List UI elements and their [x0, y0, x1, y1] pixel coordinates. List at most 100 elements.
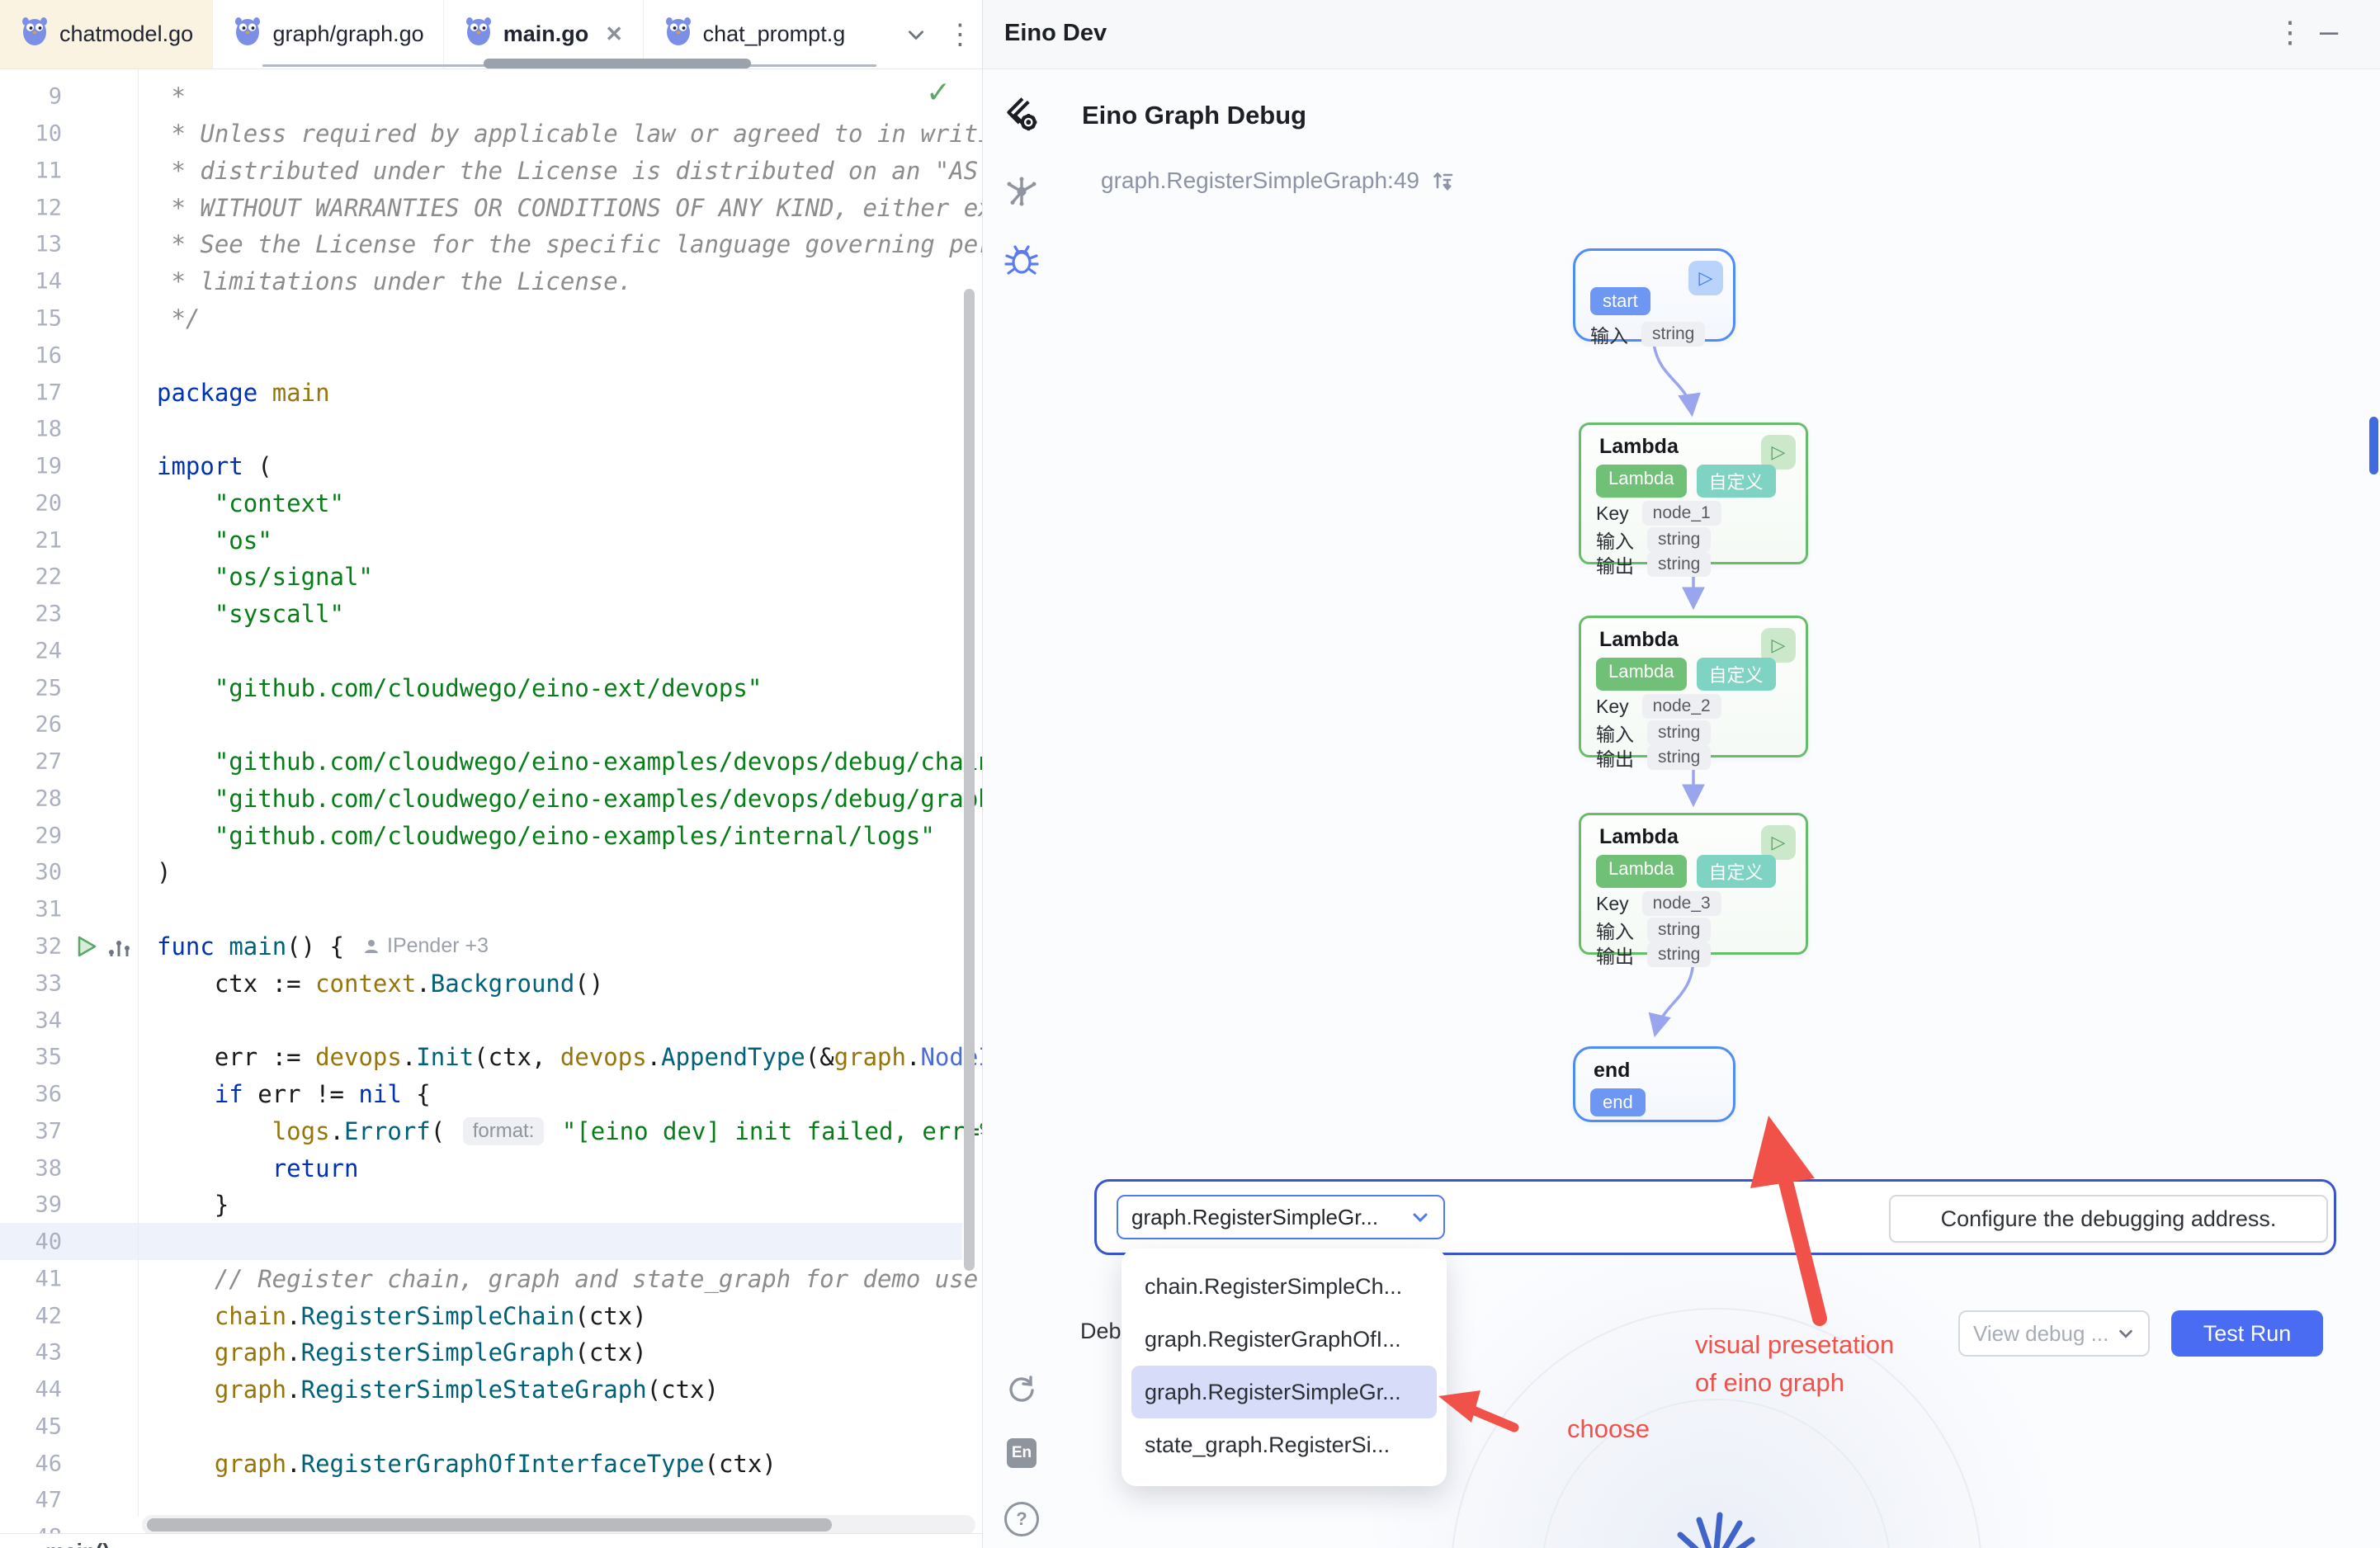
code-line-42: chain.RegisterSimpleChain(ctx) — [157, 1297, 957, 1334]
dropdown-option[interactable]: graph.RegisterGraphOfI... — [1131, 1313, 1437, 1366]
graph-node-start[interactable]: ▷start输入string — [1573, 248, 1735, 342]
annotation-text: visual presetation — [1695, 1330, 1894, 1360]
gutter-line-15: 15 — [0, 300, 138, 337]
horizontal-scrollbar[interactable] — [147, 1518, 832, 1531]
code-line-14: * limitations under the License. — [157, 263, 957, 300]
test-run-label: Test Run — [2203, 1321, 2292, 1347]
node-title: Lambda — [1599, 628, 1679, 652]
code-line-30: ) — [157, 854, 957, 891]
gutter-line-16: 16 — [0, 337, 138, 374]
gutter-line-29: 29 — [0, 817, 138, 854]
tab-label: chatmodel.go — [59, 21, 193, 47]
code-line-26 — [157, 706, 957, 743]
gutter-line-12: 12 — [0, 189, 138, 226]
gutter-line-31: 31 — [0, 891, 138, 928]
code-line-37: logs.Errorf( format: "[eino dev] init fa… — [157, 1112, 957, 1149]
code-line-24 — [157, 632, 957, 669]
graph-node-node_3[interactable]: Lambda▷Lambda自定义Keynode_3输入string输出strin… — [1579, 813, 1808, 955]
node-title: Lambda — [1599, 435, 1679, 459]
node-title: end — [1594, 1059, 1630, 1083]
graph-node-node_1[interactable]: Lambda▷Lambda自定义Keynode_1输入string输出strin… — [1579, 422, 1808, 564]
annotation-choose-text: choose — [1567, 1414, 1650, 1444]
breadcrumb-bar[interactable]: main() — [0, 1533, 982, 1548]
gutter-line-36: 36 — [0, 1076, 138, 1113]
node-badge: end — [1590, 1088, 1646, 1116]
node-field-row: Keynode_2 — [1596, 694, 1721, 719]
tab-label: graph/graph.go — [272, 21, 423, 47]
code-line-28: "github.com/cloudwego/eino-examples/devo… — [157, 781, 957, 818]
node-run-icon[interactable]: ▷ — [1688, 261, 1723, 295]
node-field-row: 输入string — [1596, 719, 1711, 747]
gutter-line-42: 42 — [0, 1297, 138, 1334]
node-badge: Lambda — [1596, 465, 1687, 498]
gutter-line-32: 32 — [0, 928, 138, 965]
code-line-25: "github.com/cloudwego/eino-ext/devops" — [157, 669, 957, 706]
code-editor[interactable]: 9101112131415161718192021222324252627282… — [0, 68, 982, 1548]
node-field-row: 输入string — [1590, 320, 1705, 348]
node-field-row: 输入string — [1596, 916, 1711, 944]
debug-toolbar: graph.RegisterSimpleGr... Configure the … — [1094, 1179, 2336, 1255]
node-badge: 自定义 — [1697, 855, 1776, 888]
gutter-line-19: 19 — [0, 448, 138, 485]
panel-minimize-icon[interactable]: – — [2320, 13, 2338, 50]
node-field-row: 输出string — [1596, 743, 1711, 772]
dropdown-option[interactable]: graph.RegisterSimpleGr... — [1131, 1366, 1437, 1418]
code-line-21: "os" — [157, 522, 957, 559]
code-line-39: } — [157, 1187, 957, 1224]
gutter-separator — [138, 68, 139, 1517]
panel-options-kebab-icon[interactable]: ⋮ — [2275, 15, 2305, 50]
gutter-line-11: 11 — [0, 153, 138, 190]
gutter-line-23: 23 — [0, 596, 138, 633]
gutter-line-45: 45 — [0, 1409, 138, 1446]
gutter-line-34: 34 — [0, 1002, 138, 1039]
gutter-line-37: 37 — [0, 1112, 138, 1149]
code-line-22: "os/signal" — [157, 559, 957, 596]
gutter-line-17: 17 — [0, 374, 138, 411]
gutter-line-38: 38 — [0, 1149, 138, 1187]
graph-select[interactable]: graph.RegisterSimpleGr... — [1117, 1195, 1445, 1239]
code-line-43: graph.RegisterSimpleGraph(ctx) — [157, 1334, 957, 1371]
gutter-line-40: 40 — [0, 1224, 138, 1261]
gutter-line-13: 13 — [0, 226, 138, 263]
code-line-38: return — [157, 1149, 957, 1187]
gutter-line-43: 43 — [0, 1334, 138, 1371]
view-debug-select[interactable]: View debug ... — [1958, 1310, 2150, 1357]
run-main-icon[interactable] — [76, 935, 97, 958]
gutter-line-39: 39 — [0, 1187, 138, 1224]
panel-header: Eino Dev ⋮ – — [983, 0, 2380, 69]
configure-debug-address-button[interactable]: Configure the debugging address. — [1889, 1195, 2328, 1243]
close-icon[interactable]: ✕ — [605, 21, 623, 47]
chevron-down-icon — [1410, 1207, 1430, 1227]
node-badge: Lambda — [1596, 855, 1687, 888]
tab-chatmodel-go[interactable]: chatmodel.go — [0, 0, 213, 68]
gutter-line-9: 9 — [0, 78, 138, 116]
vertical-scrollbar[interactable] — [964, 289, 975, 1271]
code-vision-hint[interactable]: IPender +3 — [362, 934, 489, 958]
go-file-icon — [234, 17, 261, 52]
code-line-41: // Register chain, graph and state_graph… — [157, 1261, 957, 1298]
node-badge: 自定义 — [1697, 465, 1776, 498]
node-field-row: 输出string — [1596, 550, 1711, 578]
tab-list-chevron-down-icon[interactable] — [894, 0, 937, 68]
code-line-20: "context" — [157, 484, 957, 522]
node-field-row: Keynode_3 — [1596, 891, 1721, 916]
profiler-icon[interactable] — [107, 936, 132, 957]
code-line-19: import ( — [157, 448, 957, 485]
gutter-line-25: 25 — [0, 669, 138, 706]
node-field-row: 输出string — [1596, 941, 1711, 969]
dropdown-option[interactable]: chain.RegisterSimpleCh... — [1131, 1260, 1437, 1313]
node-field-row: Keynode_1 — [1596, 501, 1721, 526]
go-file-icon — [665, 17, 692, 52]
eino-dev-panel: Eino Dev ⋮ – — [982, 0, 2380, 1548]
graph-node-node_2[interactable]: Lambda▷Lambda自定义Keynode_2输入string输出strin… — [1579, 616, 1808, 757]
dropdown-option[interactable]: state_graph.RegisterSi... — [1131, 1418, 1437, 1471]
gutter-line-22: 22 — [0, 559, 138, 596]
graph-node-end[interactable]: end end — [1573, 1046, 1735, 1122]
gutter-line-46: 46 — [0, 1445, 138, 1482]
tab-strip-scroll-thumb[interactable] — [484, 59, 751, 68]
test-run-button[interactable]: Test Run — [2171, 1310, 2323, 1357]
tab-options-kebab-icon[interactable]: ⋮ — [938, 0, 982, 68]
breadcrumb: main() — [45, 1539, 110, 1548]
code-line-45 — [157, 1409, 957, 1446]
tab-graph-graph-go[interactable]: graph/graph.go — [213, 0, 443, 68]
